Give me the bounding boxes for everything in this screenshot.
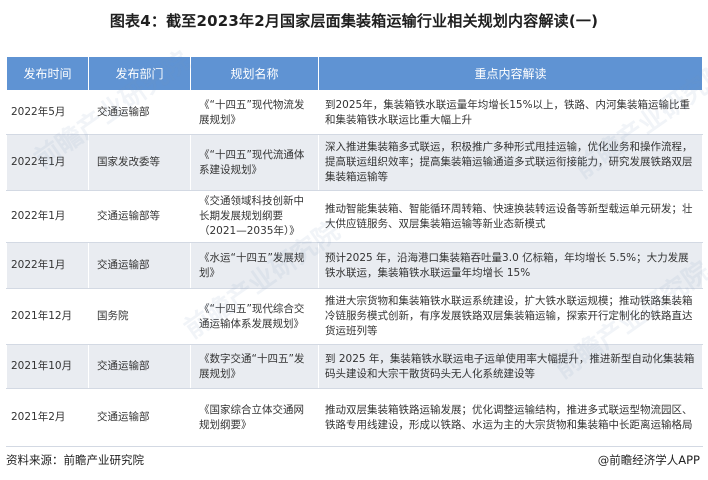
header-dept: 发布部门 bbox=[88, 56, 191, 91]
cell-dept: 交通运输部等 bbox=[88, 190, 191, 243]
cell-content: 推动智能集装箱、智能循环周转箱、快速换装转运设备等新型载运单元研发；壮大供应链服… bbox=[318, 190, 703, 243]
table-header-row: 发布时间 发布部门 规划名称 重点内容解读 bbox=[6, 56, 703, 91]
cell-date: 2022年1月 bbox=[6, 190, 89, 243]
cell-dept: 交通运输部 bbox=[88, 90, 191, 135]
cell-dept: 交通运输部 bbox=[88, 388, 191, 447]
policy-table: 发布时间 发布部门 规划名称 重点内容解读 2022年5月 交通运输部 《“十四… bbox=[6, 56, 703, 447]
cell-plan: 《国家综合立体交通网规划纲要》 bbox=[190, 388, 319, 447]
cell-content: 预计2025 年，沿海港口集装箱吞吐量3.0 亿标箱，年均增长 5.5%；大力发… bbox=[318, 242, 703, 289]
cell-content: 推动双层集装箱铁路运输发展；优化调整运输结构，推进多式联运型物流园区、铁路专用线… bbox=[318, 388, 703, 447]
table-row: 2022年1月 国家发改委等 《“十四五”现代流通体系建设规划》 深入推进集装箱… bbox=[6, 134, 703, 191]
cell-content: 推进大宗货物和集装箱铁水联运系统建设，扩大铁水联运规模；推动铁路集装箱冷链服务模… bbox=[318, 288, 703, 345]
cell-content: 到 2025 年，集装箱铁水联运电子运单使用率大幅提升，推进新型自动化集装箱码头… bbox=[318, 344, 703, 389]
cell-date: 2022年1月 bbox=[6, 242, 89, 289]
cell-plan: 《“十四五”现代综合交通运输体系发展规划》 bbox=[190, 288, 319, 345]
cell-plan: 《“十四五”现代物流发展规划》 bbox=[190, 90, 319, 135]
cell-plan: 《数字交通“十四五”发展规划》 bbox=[190, 344, 319, 389]
cell-date: 2022年5月 bbox=[6, 90, 89, 135]
cell-date: 2021年12月 bbox=[6, 288, 89, 345]
table-row: 2021年2月 交通运输部 《国家综合立体交通网规划纲要》 推动双层集装箱铁路运… bbox=[6, 388, 703, 447]
copyright-note: @前瞻经济学人APP bbox=[597, 453, 700, 467]
table-row: 2021年10月 交通运输部 《数字交通“十四五”发展规划》 到 2025 年，… bbox=[6, 344, 703, 389]
cell-dept: 国务院 bbox=[88, 288, 191, 345]
table-row: 2022年1月 交通运输部等 《交通领域科技创新中长期发展规划纲要（2021—2… bbox=[6, 190, 703, 243]
header-content: 重点内容解读 bbox=[318, 56, 703, 91]
chart-title: 图表4：截至2023年2月国家层面集装箱运输行业相关规划内容解读(一) bbox=[109, 12, 599, 30]
header-plan: 规划名称 bbox=[190, 56, 319, 91]
cell-plan: 《交通领域科技创新中长期发展规划纲要（2021—2035年）》 bbox=[190, 190, 319, 243]
header-date: 发布时间 bbox=[6, 56, 89, 91]
cell-content: 到2025年，集装箱铁水联运量年均增长15%以上，铁路、内河集装箱运输比重和集装… bbox=[318, 90, 703, 135]
table-row: 2021年12月 国务院 《“十四五”现代综合交通运输体系发展规划》 推进大宗货… bbox=[6, 288, 703, 345]
cell-dept: 国家发改委等 bbox=[88, 134, 191, 191]
cell-plan: 《水运“十四五”发展规划》 bbox=[190, 242, 319, 289]
source-note: 资料来源：前瞻产业研究院 bbox=[6, 453, 144, 467]
cell-plan: 《“十四五”现代流通体系建设规划》 bbox=[190, 134, 319, 191]
cell-date: 2021年2月 bbox=[6, 388, 89, 447]
cell-dept: 交通运输部 bbox=[88, 242, 191, 289]
cell-date: 2022年1月 bbox=[6, 134, 89, 191]
cell-date: 2021年10月 bbox=[6, 344, 89, 389]
table-row: 2022年1月 交通运输部 《水运“十四五”发展规划》 预计2025 年，沿海港… bbox=[6, 242, 703, 289]
cell-content: 深入推进集装箱多式联运，积极推广多种形式甩挂运输，优化业务和操作流程，提高联运组… bbox=[318, 134, 703, 191]
cell-dept: 交通运输部 bbox=[88, 344, 191, 389]
table-row: 2022年5月 交通运输部 《“十四五”现代物流发展规划》 到2025年，集装箱… bbox=[6, 90, 703, 135]
